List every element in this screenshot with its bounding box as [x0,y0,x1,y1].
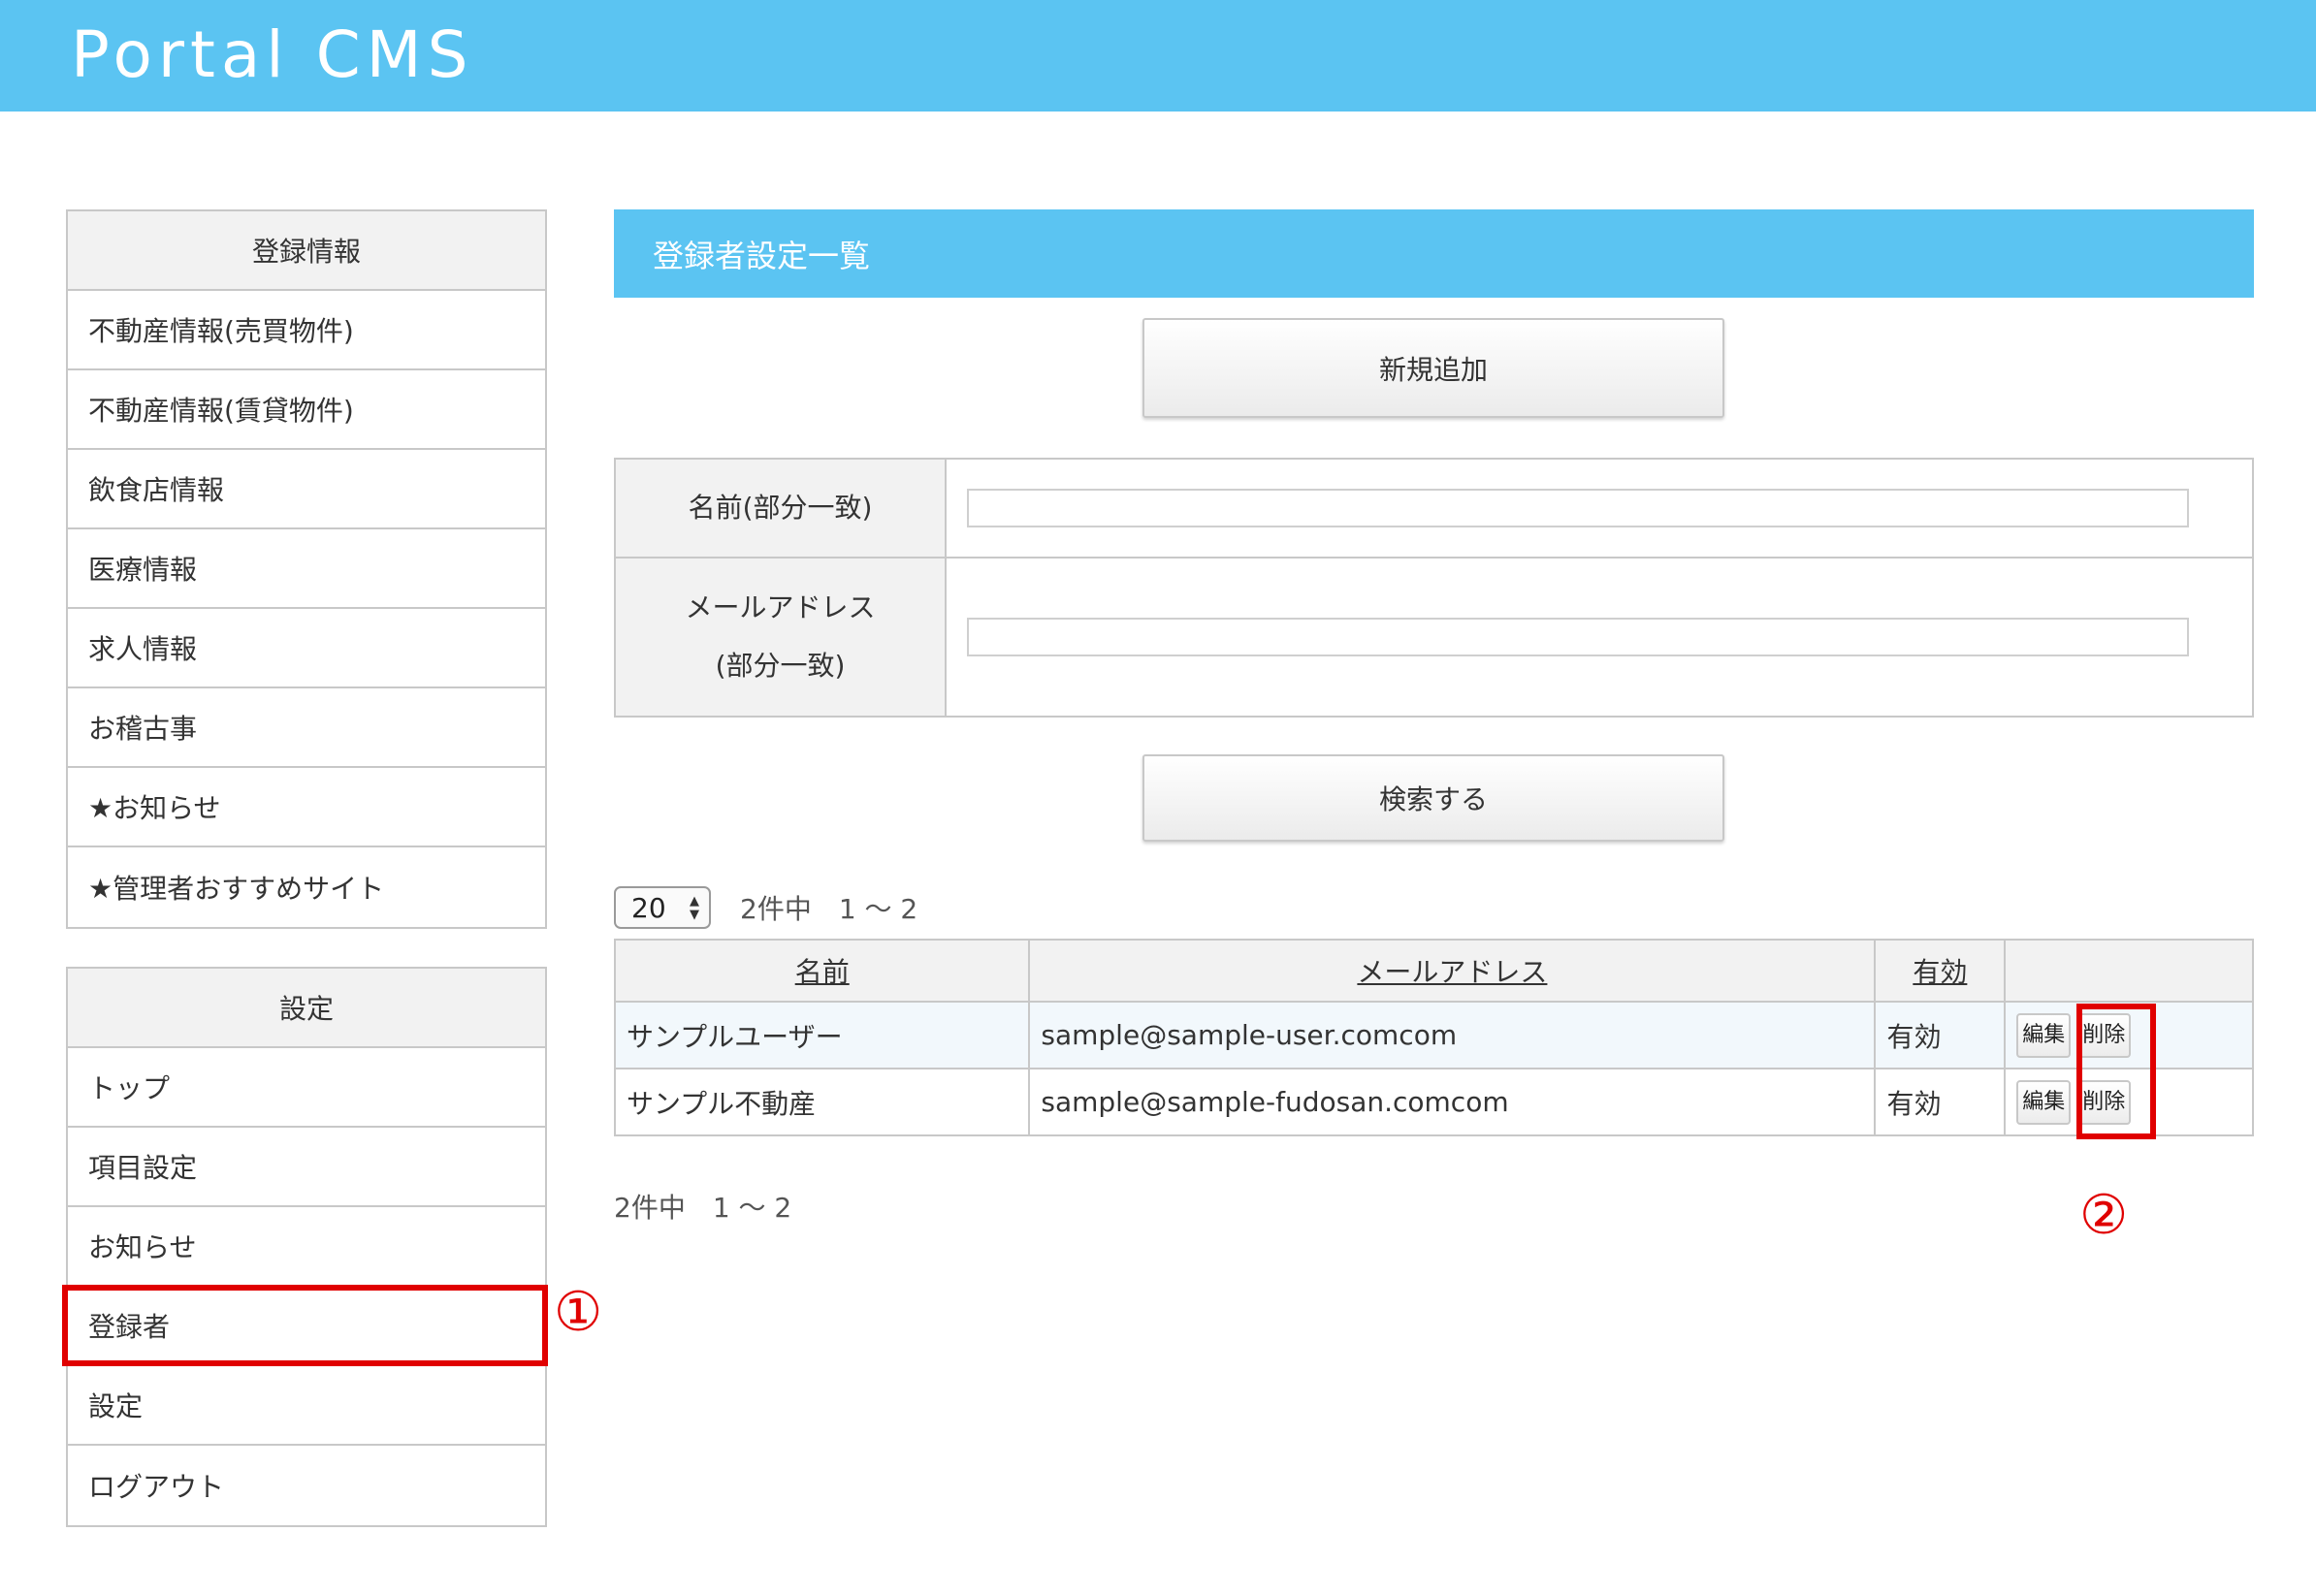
column-header-status[interactable]: 有効 [1874,939,2007,1003]
column-header-email[interactable]: メールアドレス [1028,939,1877,1003]
sidebar-item-medical[interactable]: 医療情報 [68,529,545,609]
annotation-marker-1: ① [554,1281,603,1344]
app-logo-title[interactable]: Portal CMS [71,17,474,92]
sidebar-item-news[interactable]: お知らせ [68,1207,545,1287]
sidebar-item-jobs[interactable]: 求人情報 [68,609,545,688]
highlight-box-delete [2076,1004,2156,1139]
pager-top: 20 ▲ ▼ 2件中 1 〜 2 [614,886,917,929]
email-field-label: メールアドレス (部分一致) [616,559,947,716]
sidebar-item-realestate-sale[interactable]: 不動産情報(売買物件) [68,291,545,370]
cell-email: sample@sample-user.comcom [1028,1001,1877,1069]
email-search-input[interactable] [967,618,2189,656]
sidebar-item-notices[interactable]: ★お知らせ [68,768,545,847]
sidebar-section-settings: 設定 トップ 項目設定 お知らせ 登録者 設定 ログアウト [66,967,547,1527]
name-search-input[interactable] [967,489,2189,527]
sidebar-item-field-settings[interactable]: 項目設定 [68,1128,545,1207]
annotation-marker-2: ② [2079,1184,2129,1247]
sidebar-item-recommended-sites[interactable]: ★管理者おすすめサイト [68,847,545,927]
search-form: 名前(部分一致) メールアドレス (部分一致) [614,458,2254,718]
sidebar-item-restaurant[interactable]: 飲食店情報 [68,450,545,529]
pager-summary-bottom: 2件中 1 〜 2 [614,1192,792,1224]
email-label-line1: メールアドレス [685,591,876,623]
sidebar-item-settings[interactable]: 設定 [68,1366,545,1446]
search-button[interactable]: 検索する [1142,754,1724,842]
per-page-value: 20 [631,891,666,924]
email-field-cell [947,559,2252,716]
pager-summary-top: 2件中 1 〜 2 [740,893,918,925]
sidebar-item-logout[interactable]: ログアウト [68,1446,545,1525]
page-title: 登録者設定一覧 [614,209,2254,298]
cell-name: サンプル不動産 [613,1068,1031,1136]
sidebar-heading-settings: 設定 [68,969,545,1048]
search-row-email: メールアドレス (部分一致) [616,559,2252,716]
column-header-actions [2004,939,2254,1003]
table-row: サンプル不動産 sample@sample-fudosan.comcom 有効 … [613,1068,2254,1136]
cell-status: 有効 [1874,1001,2007,1069]
table-row: サンプルユーザー sample@sample-user.comcom 有効 編集… [613,1001,2254,1069]
cell-name: サンプルユーザー [613,1001,1031,1069]
sidebar-item-lessons[interactable]: お稽古事 [68,688,545,768]
registrants-table: 名前 メールアドレス 有効 サンプルユーザー sample@sample-use… [613,939,2254,1136]
edit-button[interactable]: 編集 [2016,1012,2072,1058]
edit-button[interactable]: 編集 [2016,1079,2072,1125]
name-field-cell [947,460,2252,557]
app-header: Portal CMS [0,0,2316,112]
select-arrows-icon: ▲ ▼ [690,894,699,922]
column-header-name[interactable]: 名前 [613,939,1031,1003]
name-field-label: 名前(部分一致) [616,460,947,557]
email-label-line2: (部分一致) [715,650,846,682]
per-page-select[interactable]: 20 ▲ ▼ [614,886,711,929]
sidebar-item-realestate-rent[interactable]: 不動産情報(賃貸物件) [68,370,545,450]
new-button[interactable]: 新規追加 [1142,318,1724,418]
cell-status: 有効 [1874,1068,2007,1136]
sidebar-item-top[interactable]: トップ [68,1048,545,1128]
cell-email: sample@sample-fudosan.comcom [1028,1068,1877,1136]
search-row-name: 名前(部分一致) [616,460,2252,559]
table-header-row: 名前 メールアドレス 有効 [613,939,2254,1003]
highlight-box-registrants [62,1285,548,1366]
sidebar-section-registration: 登録情報 不動産情報(売買物件) 不動産情報(賃貸物件) 飲食店情報 医療情報 … [66,209,547,929]
name-label-text: 名前(部分一致) [688,492,873,524]
sidebar-heading-registration: 登録情報 [68,211,545,291]
